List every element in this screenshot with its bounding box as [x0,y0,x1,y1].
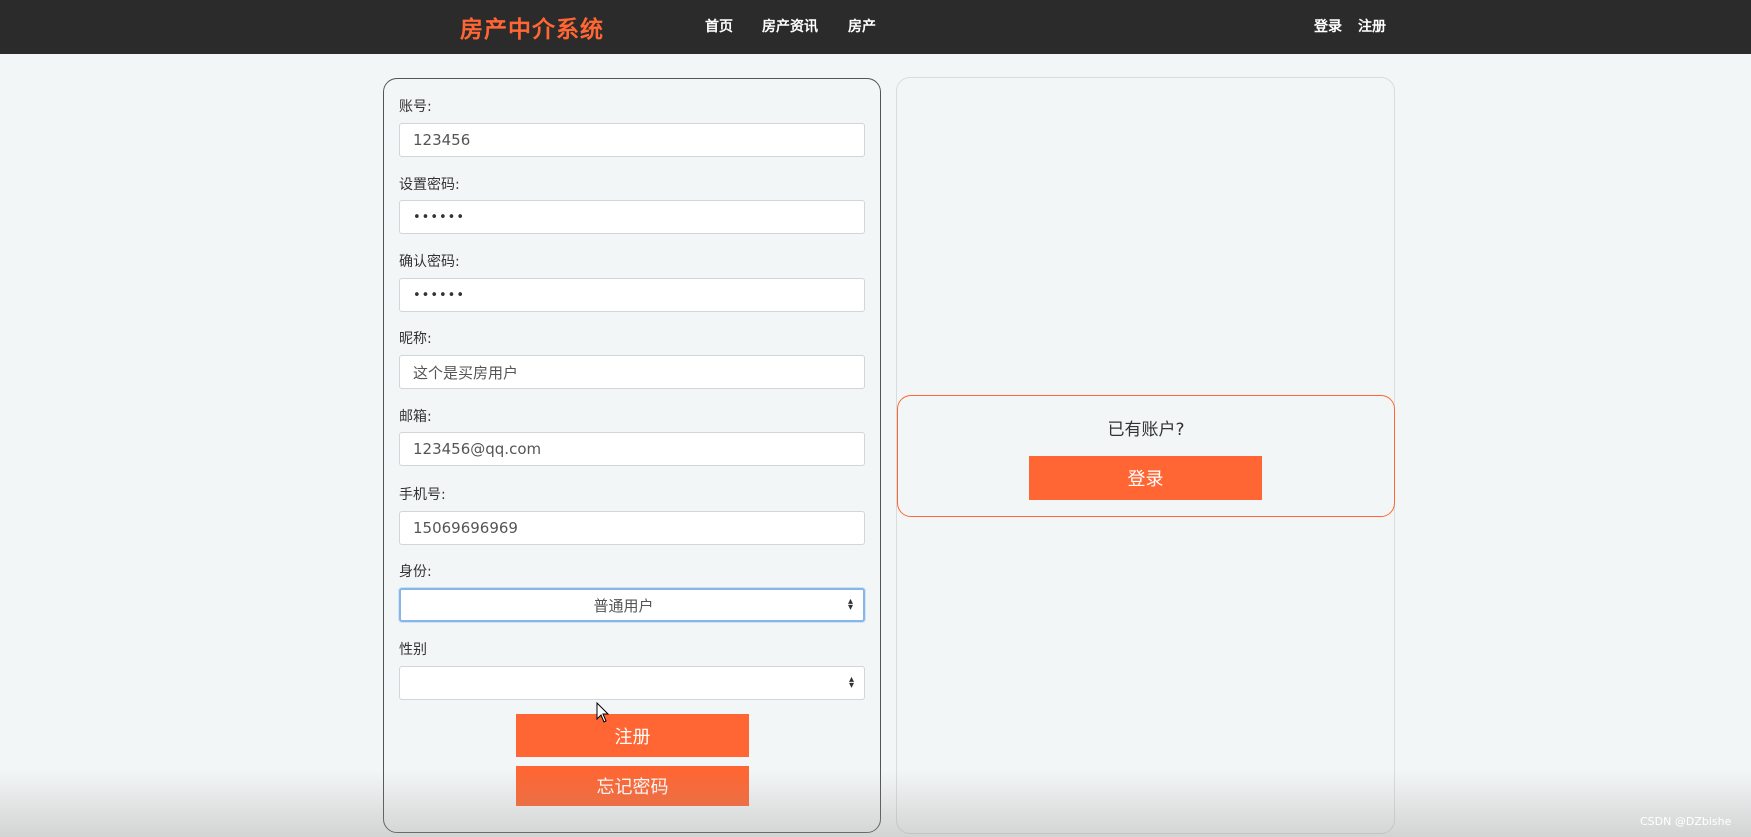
mouse-cursor-icon [596,702,610,723]
nickname-input[interactable]: 这个是买房用户 [399,355,865,389]
register-button[interactable]: 注册 [516,714,749,757]
login-question-text: 已有账户? [1107,420,1185,440]
password-input[interactable]: •••••• [399,200,865,234]
phone-label: 手机号: [399,487,446,503]
login-button[interactable]: 登录 [1029,456,1262,500]
nav-houses[interactable]: 房产 [848,16,876,36]
confirm-password-input[interactable]: •••••• [399,278,865,312]
select-caret-icon: ▴ ▾ [848,674,854,691]
account-input[interactable]: 123456 [399,123,865,157]
nav-news[interactable]: 房产资讯 [762,16,818,36]
watermark-text: CSDN @DZbishe [1640,815,1732,828]
brand-logo[interactable]: 房产中介系统 [460,10,604,44]
nav-login[interactable]: 登录 [1314,16,1342,36]
email-input[interactable]: 123456@qq.com [399,432,865,466]
confirm-password-label: 确认密码: [399,254,460,270]
gender-label: 性别 [399,642,427,658]
account-label: 账号: [399,99,432,115]
nickname-label: 昵称: [399,331,432,347]
phone-input[interactable]: 15069696969 [399,511,865,545]
password-label: 设置密码: [399,177,460,193]
gender-select[interactable]: ▴ ▾ [399,666,865,700]
top-navbar: 房产中介系统 首页 房产资讯 房产 登录 注册 [0,0,1751,54]
forgot-password-button[interactable]: 忘记密码 [516,766,749,806]
role-label: 身份: [399,564,432,580]
nav-register[interactable]: 注册 [1358,16,1386,36]
role-select-value: 普通用户 [593,596,654,615]
nav-home[interactable]: 首页 [705,16,733,36]
role-select[interactable]: 普通用户 ▴ ▾ [399,588,865,622]
email-label: 邮箱: [399,409,432,425]
select-caret-icon: ▴ ▾ [847,596,853,613]
